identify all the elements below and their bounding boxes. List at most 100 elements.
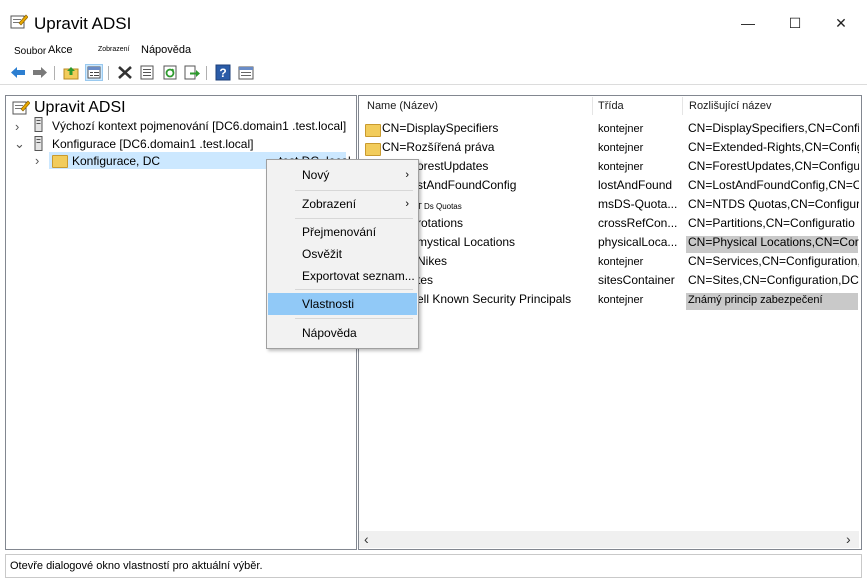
list-row[interactable]: stAndFoundConfig lostAndFound CN=LostAnd…: [359, 178, 859, 197]
forward-arrow-icon[interactable]: [31, 64, 49, 81]
adsi-edit-icon: [10, 13, 29, 29]
server-icon: [34, 136, 43, 151]
toolbar-separator: [54, 66, 55, 80]
ctx-item-new[interactable]: Nový ›: [268, 164, 417, 186]
folder-icon: [52, 155, 68, 168]
properties-icon[interactable]: [138, 64, 156, 81]
list-row[interactable]: tes sitesContainer CN=Sites,CN=Configura…: [359, 273, 859, 292]
tree-root-label[interactable]: Upravit ADSI: [34, 99, 126, 117]
row-class: sitesContainer: [598, 273, 675, 287]
column-header-distinguished-name[interactable]: Rozlišující název: [689, 100, 772, 112]
row-class: crossRefCon...: [598, 216, 678, 230]
row-class: kontejner: [598, 142, 644, 154]
back-arrow-icon[interactable]: [9, 64, 27, 81]
folder-icon: [365, 143, 381, 156]
menu-separator: [295, 289, 413, 290]
up-folder-icon[interactable]: [62, 64, 80, 81]
ctx-item-label: Zobrazení: [302, 197, 357, 211]
scroll-right-arrow-icon[interactable]: ›: [846, 531, 851, 547]
delete-icon[interactable]: [116, 64, 134, 81]
row-dn: CN=Extended-Rights,CN=Config: [688, 140, 859, 154]
list-row[interactable]: mystical Locations physicalLoca... CN=Ph…: [359, 235, 859, 254]
row-dn: CN=Physical Locations,CN=Cor: [688, 235, 859, 249]
list-row[interactable]: orestUpdates kontejner CN=ForestUpdates,…: [359, 159, 859, 178]
context-menu: Nový › Zobrazení › Přejmenování Osvěžit …: [266, 159, 419, 349]
row-dn: CN=Partitions,CN=Configuratio: [688, 216, 855, 230]
row-name: Nikes: [417, 254, 448, 268]
row-class: kontejner: [598, 256, 644, 268]
expand-chevron-icon[interactable]: ›: [15, 119, 19, 134]
tree-item-configuration[interactable]: Konfigurace [DC6.domain1 .test.local]: [52, 137, 253, 151]
menu-separator: [295, 218, 413, 219]
column-divider[interactable]: [592, 97, 593, 115]
ctx-item-help[interactable]: Nápověda: [268, 322, 417, 344]
list-row[interactable]: CN=Rozšířená práva kontejner CN=Extended…: [359, 140, 859, 159]
toolbar-separator: [108, 66, 109, 80]
toolbar-separator: [206, 66, 207, 80]
list-row[interactable]: CN=DisplaySpecifiers kontejner CN=Displa…: [359, 121, 859, 140]
refresh-icon[interactable]: [161, 64, 179, 81]
list-rows: CN=DisplaySpecifiers kontejner CN=Displa…: [359, 121, 859, 321]
row-class: msDS-Quota...: [598, 197, 678, 211]
column-divider[interactable]: [682, 97, 683, 115]
list-row[interactable]: T Ds Quotas msDS-Quota... CN=NTDS Quotas…: [359, 197, 859, 216]
ctx-item-rename[interactable]: Přejmenování: [268, 221, 417, 243]
row-class: lostAndFound: [598, 178, 673, 192]
row-class: physicalLoca...: [598, 235, 678, 249]
menu-separator: [295, 318, 413, 319]
menu-akce[interactable]: Akce: [48, 44, 72, 56]
row-name: rotations: [417, 216, 464, 230]
row-dn: CN=Sites,CN=Configuration,DC: [688, 273, 859, 287]
minimize-button[interactable]: —: [725, 8, 771, 38]
column-header-name[interactable]: Name (Název): [367, 100, 438, 112]
menu-napoveda[interactable]: Nápověda: [141, 44, 191, 56]
scroll-left-arrow-icon[interactable]: ‹: [364, 531, 369, 547]
row-class: kontejner: [598, 294, 644, 306]
row-name: tes: [417, 273, 434, 287]
submenu-arrow-icon: ›: [405, 198, 409, 210]
tree-item-label[interactable]: Konfigurace, DC: [72, 154, 160, 168]
row-dn: CN=LostAndFoundConfig,CN=C: [688, 178, 859, 192]
menu-bar: [0, 40, 867, 62]
svg-text:?: ?: [219, 66, 226, 80]
row-name: stAndFoundConfig: [417, 178, 517, 192]
horizontal-scrollbar[interactable]: [359, 531, 859, 548]
list-row[interactable]: Nikes kontejner CN=Services,CN=Configura…: [359, 254, 859, 273]
row-dn: CN=ForestUpdates,CN=Configu: [688, 159, 859, 173]
ctx-item-export-list[interactable]: Exportovat seznam...: [268, 265, 417, 287]
row-dn: Známý princip zabezpečení: [688, 294, 823, 306]
ctx-item-properties[interactable]: Vlastnosti: [268, 293, 417, 315]
row-name: CN=DisplaySpecifiers: [382, 121, 499, 135]
row-name: ell Known Security Principals: [417, 292, 572, 306]
row-dn: CN=Services,CN=Configuration,: [688, 254, 859, 268]
folder-icon: [365, 124, 381, 137]
server-icon: [34, 117, 43, 132]
ctx-item-refresh[interactable]: Osvěžit: [268, 243, 417, 265]
expand-chevron-icon[interactable]: ›: [35, 153, 39, 168]
row-name: orestUpdates: [417, 159, 489, 173]
menu-soubor[interactable]: Soubor: [14, 46, 46, 57]
list-row[interactable]: rotations crossRefCon... CN=Partitions,C…: [359, 216, 859, 235]
console-pane-icon[interactable]: [237, 64, 255, 81]
menu-separator: [295, 190, 413, 191]
list-row[interactable]: ell Known Security Principals kontejner …: [359, 292, 859, 311]
export-list-icon[interactable]: [183, 64, 201, 81]
menu-zobrazeni[interactable]: Zobrazení: [98, 46, 130, 53]
maximize-button[interactable]: ☐: [772, 8, 818, 38]
collapse-chevron-icon[interactable]: ⌄: [14, 136, 25, 152]
status-text: Otevře dialogové okno vlastností pro akt…: [10, 560, 263, 572]
row-name: CN=Rozšířená práva: [382, 140, 495, 154]
column-header-class[interactable]: Třída: [598, 100, 624, 112]
window-title: Upravit ADSI: [34, 14, 132, 33]
row-dn: CN=NTDS Quotas,CN=Configur: [688, 197, 859, 211]
adsi-edit-icon: [12, 99, 31, 115]
row-class: kontejner: [598, 161, 644, 173]
close-button[interactable]: ✕: [818, 8, 864, 38]
submenu-arrow-icon: ›: [405, 169, 409, 181]
ctx-item-view[interactable]: Zobrazení ›: [268, 193, 417, 215]
help-icon[interactable]: ?: [214, 64, 232, 81]
tree-item-default-naming-context[interactable]: Výchozí kontext pojmenování [DC6.domain1…: [52, 119, 346, 133]
ctx-item-label: Nový: [302, 168, 330, 182]
show-hide-tree-icon[interactable]: [85, 64, 103, 81]
row-name: T Ds Quotas: [417, 202, 462, 211]
